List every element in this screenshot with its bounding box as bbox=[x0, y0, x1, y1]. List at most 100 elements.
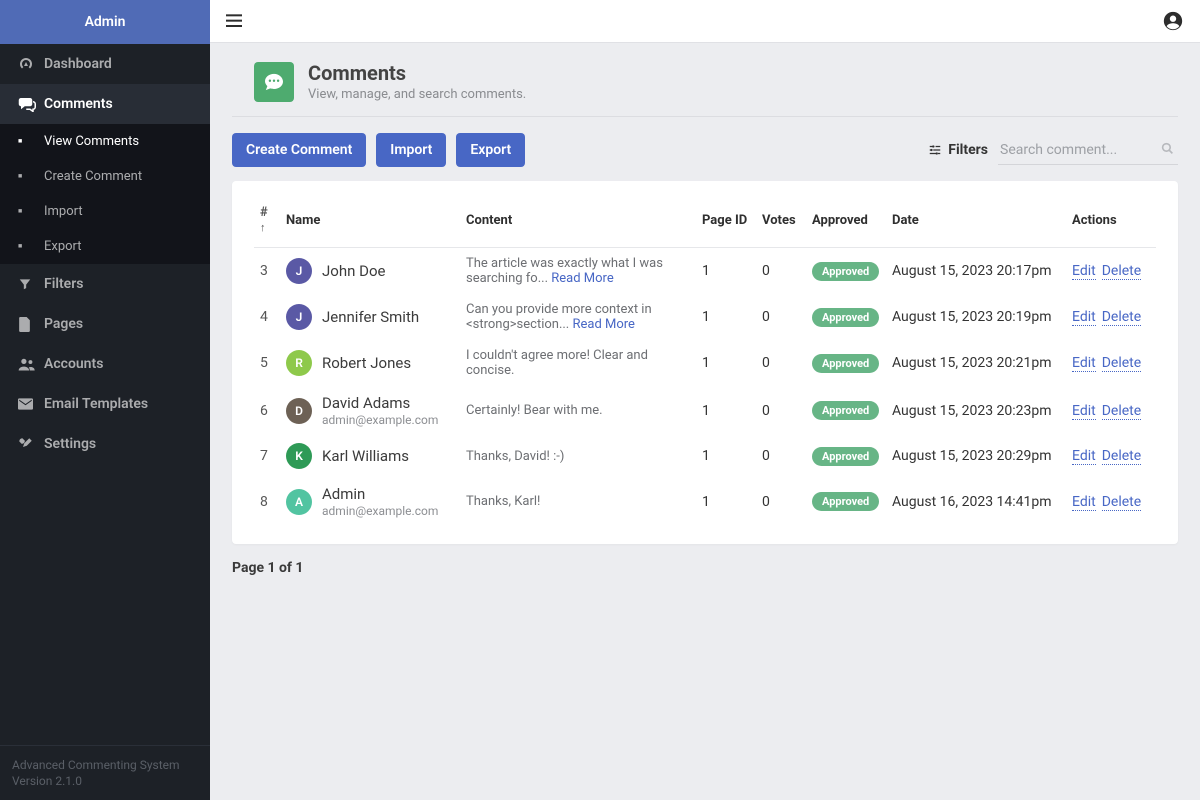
col-header-num[interactable]: # ↑ bbox=[254, 191, 280, 248]
footer-line-1: Advanced Commenting System bbox=[12, 758, 198, 772]
topbar bbox=[210, 0, 1200, 43]
sidebar-item-label: Accounts bbox=[44, 356, 103, 372]
delete-link[interactable]: Delete bbox=[1102, 355, 1141, 372]
search-icon bbox=[1161, 142, 1174, 155]
edit-link[interactable]: Edit bbox=[1072, 263, 1096, 280]
commenter-name: John Doe bbox=[322, 262, 385, 280]
commenter-name: Karl Williams bbox=[322, 447, 409, 465]
main: Comments View, manage, and search commen… bbox=[210, 0, 1200, 800]
status-badge: Approved bbox=[812, 401, 879, 420]
search-input[interactable] bbox=[998, 136, 1178, 165]
sidebar-item-label: Settings bbox=[44, 436, 96, 452]
edit-link[interactable]: Edit bbox=[1072, 448, 1096, 465]
footer-line-2: Version 2.1.0 bbox=[12, 774, 198, 788]
row-num: 8 bbox=[254, 477, 280, 526]
file-icon bbox=[18, 317, 44, 332]
sidebar-item-accounts[interactable]: Accounts bbox=[0, 344, 210, 384]
page-id: 1 bbox=[696, 248, 756, 295]
sidebar-sub-create-comment[interactable]: Create Comment bbox=[0, 159, 210, 194]
sidebar-item-comments[interactable]: Comments bbox=[0, 84, 210, 124]
avatar: D bbox=[286, 398, 312, 424]
sidebar-sub-export[interactable]: Export bbox=[0, 229, 210, 264]
col-header-date[interactable]: Date bbox=[886, 191, 1066, 248]
comment-content: Thanks, David! :-) bbox=[460, 435, 696, 477]
read-more-link[interactable]: Read More bbox=[551, 271, 613, 286]
user-menu-icon[interactable] bbox=[1162, 10, 1184, 32]
delete-link[interactable]: Delete bbox=[1102, 309, 1141, 326]
comments-table-card: # ↑ Name Content Page ID Votes Approved … bbox=[232, 181, 1178, 544]
table-row: 4JJennifer SmithCan you provide more con… bbox=[254, 294, 1156, 340]
row-num: 6 bbox=[254, 386, 280, 435]
avatar: A bbox=[286, 489, 312, 515]
edit-link[interactable]: Edit bbox=[1072, 309, 1096, 326]
sliders-icon bbox=[928, 143, 942, 157]
menu-toggle-icon[interactable] bbox=[226, 14, 242, 28]
status-badge: Approved bbox=[812, 447, 879, 466]
table-row: 6DDavid Adamsadmin@example.comCertainly!… bbox=[254, 386, 1156, 435]
table-row: 5RRobert JonesI couldn't agree more! Cle… bbox=[254, 340, 1156, 386]
avatar: R bbox=[286, 350, 312, 376]
commenter-name: Robert Jones bbox=[322, 354, 411, 372]
bullet-icon bbox=[18, 243, 44, 250]
sidebar-sub-label: Import bbox=[44, 204, 83, 219]
gauge-icon bbox=[18, 56, 44, 72]
delete-link[interactable]: Delete bbox=[1102, 263, 1141, 280]
date: August 15, 2023 20:29pm bbox=[886, 435, 1066, 477]
avatar: K bbox=[286, 443, 312, 469]
sidebar-item-label: Dashboard bbox=[44, 56, 112, 72]
bullet-icon bbox=[18, 208, 44, 215]
commenter-name: Admin bbox=[322, 485, 438, 503]
row-num: 5 bbox=[254, 340, 280, 386]
sidebar-item-pages[interactable]: Pages bbox=[0, 304, 210, 344]
filters-toggle[interactable]: Filters bbox=[928, 142, 988, 158]
sidebar-item-label: Comments bbox=[44, 96, 113, 112]
sidebar-sub-label: Export bbox=[44, 239, 82, 254]
delete-link[interactable]: Delete bbox=[1102, 494, 1141, 511]
export-button[interactable]: Export bbox=[456, 133, 525, 167]
sidebar-item-filters[interactable]: Filters bbox=[0, 264, 210, 304]
table-row: 3JJohn DoeThe article was exactly what I… bbox=[254, 248, 1156, 295]
sidebar-item-settings[interactable]: Settings bbox=[0, 424, 210, 464]
comment-content: Thanks, Karl! bbox=[460, 477, 696, 526]
table-row: 8AAdminadmin@example.comThanks, Karl!10A… bbox=[254, 477, 1156, 526]
commenter-name: David Adams bbox=[322, 394, 438, 412]
col-header-actions: Actions bbox=[1066, 191, 1156, 248]
delete-link[interactable]: Delete bbox=[1102, 403, 1141, 420]
avatar: J bbox=[286, 258, 312, 284]
date: August 15, 2023 20:23pm bbox=[886, 386, 1066, 435]
sidebar-item-dashboard[interactable]: Dashboard bbox=[0, 44, 210, 84]
edit-link[interactable]: Edit bbox=[1072, 355, 1096, 372]
commenter-email: admin@example.com bbox=[322, 504, 438, 518]
votes: 0 bbox=[756, 477, 806, 526]
col-header-pageid[interactable]: Page ID bbox=[696, 191, 756, 248]
tools-icon bbox=[18, 437, 44, 452]
read-more-link[interactable]: Read More bbox=[572, 317, 634, 332]
page-id: 1 bbox=[696, 435, 756, 477]
date: August 16, 2023 14:41pm bbox=[886, 477, 1066, 526]
edit-link[interactable]: Edit bbox=[1072, 403, 1096, 420]
sort-asc-icon: ↑ bbox=[260, 221, 266, 234]
edit-link[interactable]: Edit bbox=[1072, 494, 1096, 511]
delete-link[interactable]: Delete bbox=[1102, 448, 1141, 465]
row-num: 4 bbox=[254, 294, 280, 340]
sidebar-sub-import[interactable]: Import bbox=[0, 194, 210, 229]
votes: 0 bbox=[756, 294, 806, 340]
date: August 15, 2023 20:17pm bbox=[886, 248, 1066, 295]
filters-label: Filters bbox=[948, 142, 988, 158]
comment-content: The article was exactly what I was searc… bbox=[460, 248, 696, 295]
sidebar-item-email-templates[interactable]: Email Templates bbox=[0, 384, 210, 424]
col-header-votes[interactable]: Votes bbox=[756, 191, 806, 248]
page-id: 1 bbox=[696, 340, 756, 386]
import-button[interactable]: Import bbox=[376, 133, 446, 167]
col-header-content[interactable]: Content bbox=[460, 191, 696, 248]
date: August 15, 2023 20:21pm bbox=[886, 340, 1066, 386]
page-id: 1 bbox=[696, 477, 756, 526]
status-badge: Approved bbox=[812, 492, 879, 511]
col-header-approved[interactable]: Approved bbox=[806, 191, 886, 248]
create-comment-button[interactable]: Create Comment bbox=[232, 133, 366, 167]
sidebar-sub-view-comments[interactable]: View Comments bbox=[0, 124, 210, 159]
status-badge: Approved bbox=[812, 354, 879, 373]
sidebar-brand[interactable]: Admin bbox=[0, 0, 210, 44]
votes: 0 bbox=[756, 248, 806, 295]
col-header-name[interactable]: Name bbox=[280, 191, 460, 248]
